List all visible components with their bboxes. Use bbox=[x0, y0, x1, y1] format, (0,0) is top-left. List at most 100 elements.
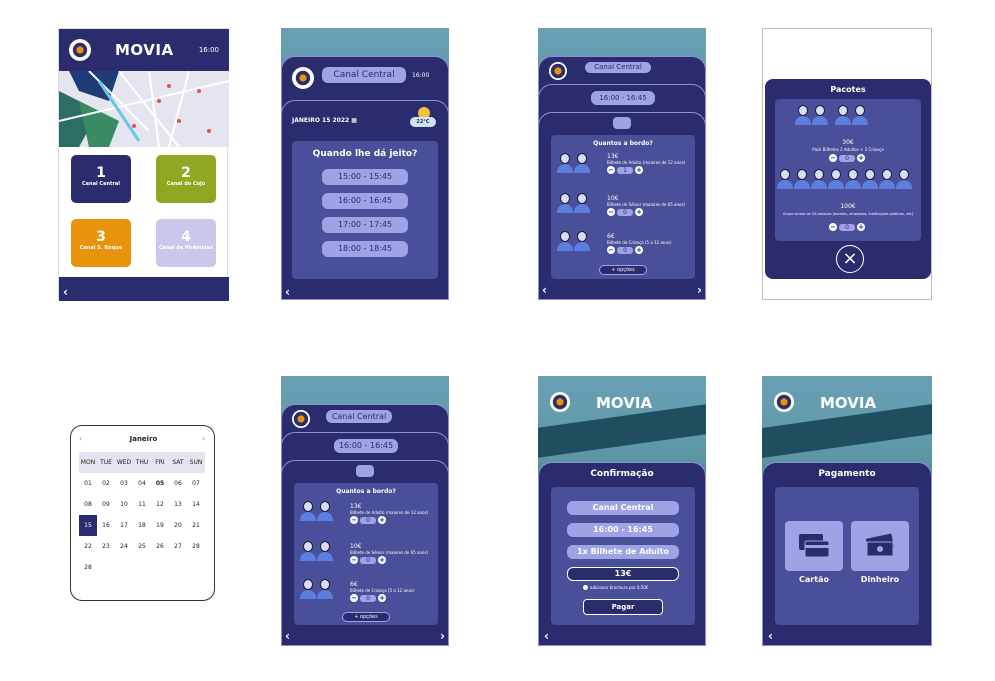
quantity-stepper[interactable]: −0 + bbox=[350, 594, 415, 602]
quantity-stepper[interactable]: −0 + bbox=[607, 208, 685, 216]
group-icon bbox=[356, 465, 374, 477]
slot-1[interactable]: 15:00 - 15:45 bbox=[322, 169, 408, 185]
slot-3[interactable]: 17:00 - 17:45 bbox=[322, 217, 408, 233]
quantity-stepper[interactable]: −0 + bbox=[829, 223, 865, 231]
minus-button[interactable]: − bbox=[350, 516, 358, 524]
day-cell[interactable]: 13 bbox=[169, 494, 187, 515]
canal-name[interactable]: Canal Central bbox=[326, 410, 392, 423]
plus-button[interactable]: + bbox=[635, 208, 643, 216]
minus-button[interactable]: − bbox=[607, 166, 615, 174]
back-button[interactable]: ‹ bbox=[768, 629, 773, 643]
minus-button[interactable]: − bbox=[350, 556, 358, 564]
payment-card: Cartão Dinheiro bbox=[775, 487, 919, 625]
selected-slot[interactable]: 16:00 - 16:45 bbox=[591, 91, 655, 105]
minus-button[interactable]: − bbox=[607, 208, 615, 216]
week-row: 28 bbox=[79, 557, 205, 578]
day-cell[interactable]: 16 bbox=[97, 515, 115, 536]
day-cell[interactable]: 20 bbox=[169, 515, 187, 536]
back-button[interactable]: ‹ bbox=[285, 629, 290, 643]
slot-2[interactable]: 16:00 - 16:45 bbox=[322, 193, 408, 209]
cash-option[interactable] bbox=[851, 521, 909, 571]
day-cell[interactable]: 09 bbox=[97, 494, 115, 515]
day-cell-today[interactable]: 05 bbox=[151, 473, 169, 494]
weekday-row: MON TUE WED THU FRI SAT SUN bbox=[79, 452, 205, 473]
plus-button[interactable]: + bbox=[635, 246, 643, 254]
week-row: 08 09 10 11 12 13 14 bbox=[79, 494, 205, 515]
ticket-label: Bilhete de Sénior (maiores de 65 anos) bbox=[350, 550, 429, 555]
more-options-button[interactable]: + opções bbox=[599, 265, 647, 275]
day-cell[interactable]: 06 bbox=[169, 473, 187, 494]
canal-name[interactable]: Canal Central bbox=[322, 67, 406, 83]
day-cell[interactable]: 08 bbox=[79, 494, 97, 515]
quantity-value: 0 bbox=[839, 223, 855, 231]
ticket-adult: 13€ Bilhete de Adulto (maiores de 12 ano… bbox=[607, 153, 685, 174]
checkbox-icon[interactable] bbox=[583, 585, 588, 590]
day-cell[interactable]: 23 bbox=[97, 536, 115, 557]
plus-button[interactable]: + bbox=[378, 516, 386, 524]
slot-4[interactable]: 18:00 - 18:45 bbox=[322, 241, 408, 257]
plus-button[interactable]: + bbox=[635, 166, 643, 174]
tile-3[interactable]: 3 Canal S. Roque bbox=[71, 219, 131, 267]
day-cell[interactable]: 25 bbox=[133, 536, 151, 557]
day-cell[interactable]: 26 bbox=[151, 536, 169, 557]
calendar-icon[interactable]: ▦ bbox=[351, 117, 357, 124]
plus-button[interactable]: + bbox=[378, 594, 386, 602]
map-image[interactable] bbox=[59, 71, 229, 147]
minus-button[interactable]: − bbox=[607, 246, 615, 254]
minus-button[interactable]: − bbox=[829, 223, 837, 231]
day-cell[interactable]: 11 bbox=[133, 494, 151, 515]
tile-4[interactable]: 4 Canal de Pirâmides bbox=[156, 219, 216, 267]
next-button[interactable]: › bbox=[440, 629, 445, 643]
more-options-button[interactable]: + opções bbox=[342, 612, 390, 622]
day-cell[interactable]: 19 bbox=[151, 515, 169, 536]
quantity-stepper[interactable]: −0 + bbox=[350, 556, 428, 564]
plus-button[interactable]: + bbox=[857, 223, 865, 231]
quantity-stepper[interactable]: −0 + bbox=[829, 154, 865, 162]
day-cell[interactable]: 28 bbox=[79, 557, 97, 578]
day-cell[interactable]: 12 bbox=[151, 494, 169, 515]
day-cell[interactable]: 27 bbox=[169, 536, 187, 557]
day-cell[interactable]: 03 bbox=[115, 473, 133, 494]
back-button[interactable]: ‹ bbox=[544, 629, 549, 643]
brand-title: MOVIA bbox=[115, 41, 174, 59]
minus-button[interactable]: − bbox=[829, 154, 837, 162]
plus-button[interactable]: + bbox=[857, 154, 865, 162]
close-icon[interactable]: × bbox=[836, 245, 864, 273]
tickets-question: Quantos a bordo? bbox=[336, 488, 396, 495]
tickets-card: Quantos a bordo? 13€ Bilhete de Adulto (… bbox=[551, 135, 695, 279]
quantity-stepper[interactable]: −1 + bbox=[607, 166, 685, 174]
quantity-stepper[interactable]: −0 + bbox=[607, 246, 672, 254]
day-cell[interactable]: 01 bbox=[79, 473, 97, 494]
pack-group-price: 100€ bbox=[840, 203, 856, 210]
next-button[interactable]: › bbox=[697, 283, 702, 297]
canal-name[interactable]: Canal Central bbox=[585, 62, 651, 73]
day-cell[interactable]: 04 bbox=[133, 473, 151, 494]
next-month-icon[interactable]: › bbox=[202, 434, 205, 443]
pay-button[interactable]: Pagar bbox=[583, 599, 663, 615]
day-cell[interactable]: 17 bbox=[115, 515, 133, 536]
confirm-sheet: Confirmação Canal Central 16:00 - 16:45 … bbox=[538, 462, 706, 646]
tile-2[interactable]: 2 Canal do Cojo bbox=[156, 155, 216, 203]
back-button[interactable]: ‹ bbox=[285, 285, 290, 299]
day-cell[interactable]: 18 bbox=[133, 515, 151, 536]
day-cell-selected[interactable]: 15 bbox=[79, 515, 97, 536]
card-option[interactable] bbox=[785, 521, 843, 571]
day-cell[interactable]: 02 bbox=[97, 473, 115, 494]
confirm-card: Canal Central 16:00 - 16:45 1x Bilhete d… bbox=[551, 487, 695, 625]
minus-button[interactable]: − bbox=[350, 594, 358, 602]
day-cell[interactable]: 28 bbox=[187, 536, 205, 557]
day-cell[interactable]: 24 bbox=[115, 536, 133, 557]
back-button[interactable]: ‹ bbox=[63, 285, 68, 299]
tile-1[interactable]: 1 Canal Central bbox=[71, 155, 131, 203]
selected-slot[interactable]: 16:00 - 16:45 bbox=[334, 439, 398, 453]
day-cell[interactable]: 07 bbox=[187, 473, 205, 494]
day-cell[interactable]: 21 bbox=[187, 515, 205, 536]
plus-button[interactable]: + bbox=[378, 556, 386, 564]
day-cell[interactable]: 14 bbox=[187, 494, 205, 515]
back-button[interactable]: ‹ bbox=[542, 283, 547, 297]
brochure-checkbox[interactable]: adicionar brochura por 0,50€ bbox=[583, 585, 648, 590]
day-cell[interactable]: 22 bbox=[79, 536, 97, 557]
quantity-stepper[interactable]: −0 + bbox=[350, 516, 428, 524]
day-cell[interactable]: 10 bbox=[115, 494, 133, 515]
pack-family-price: 30€ bbox=[842, 139, 854, 146]
